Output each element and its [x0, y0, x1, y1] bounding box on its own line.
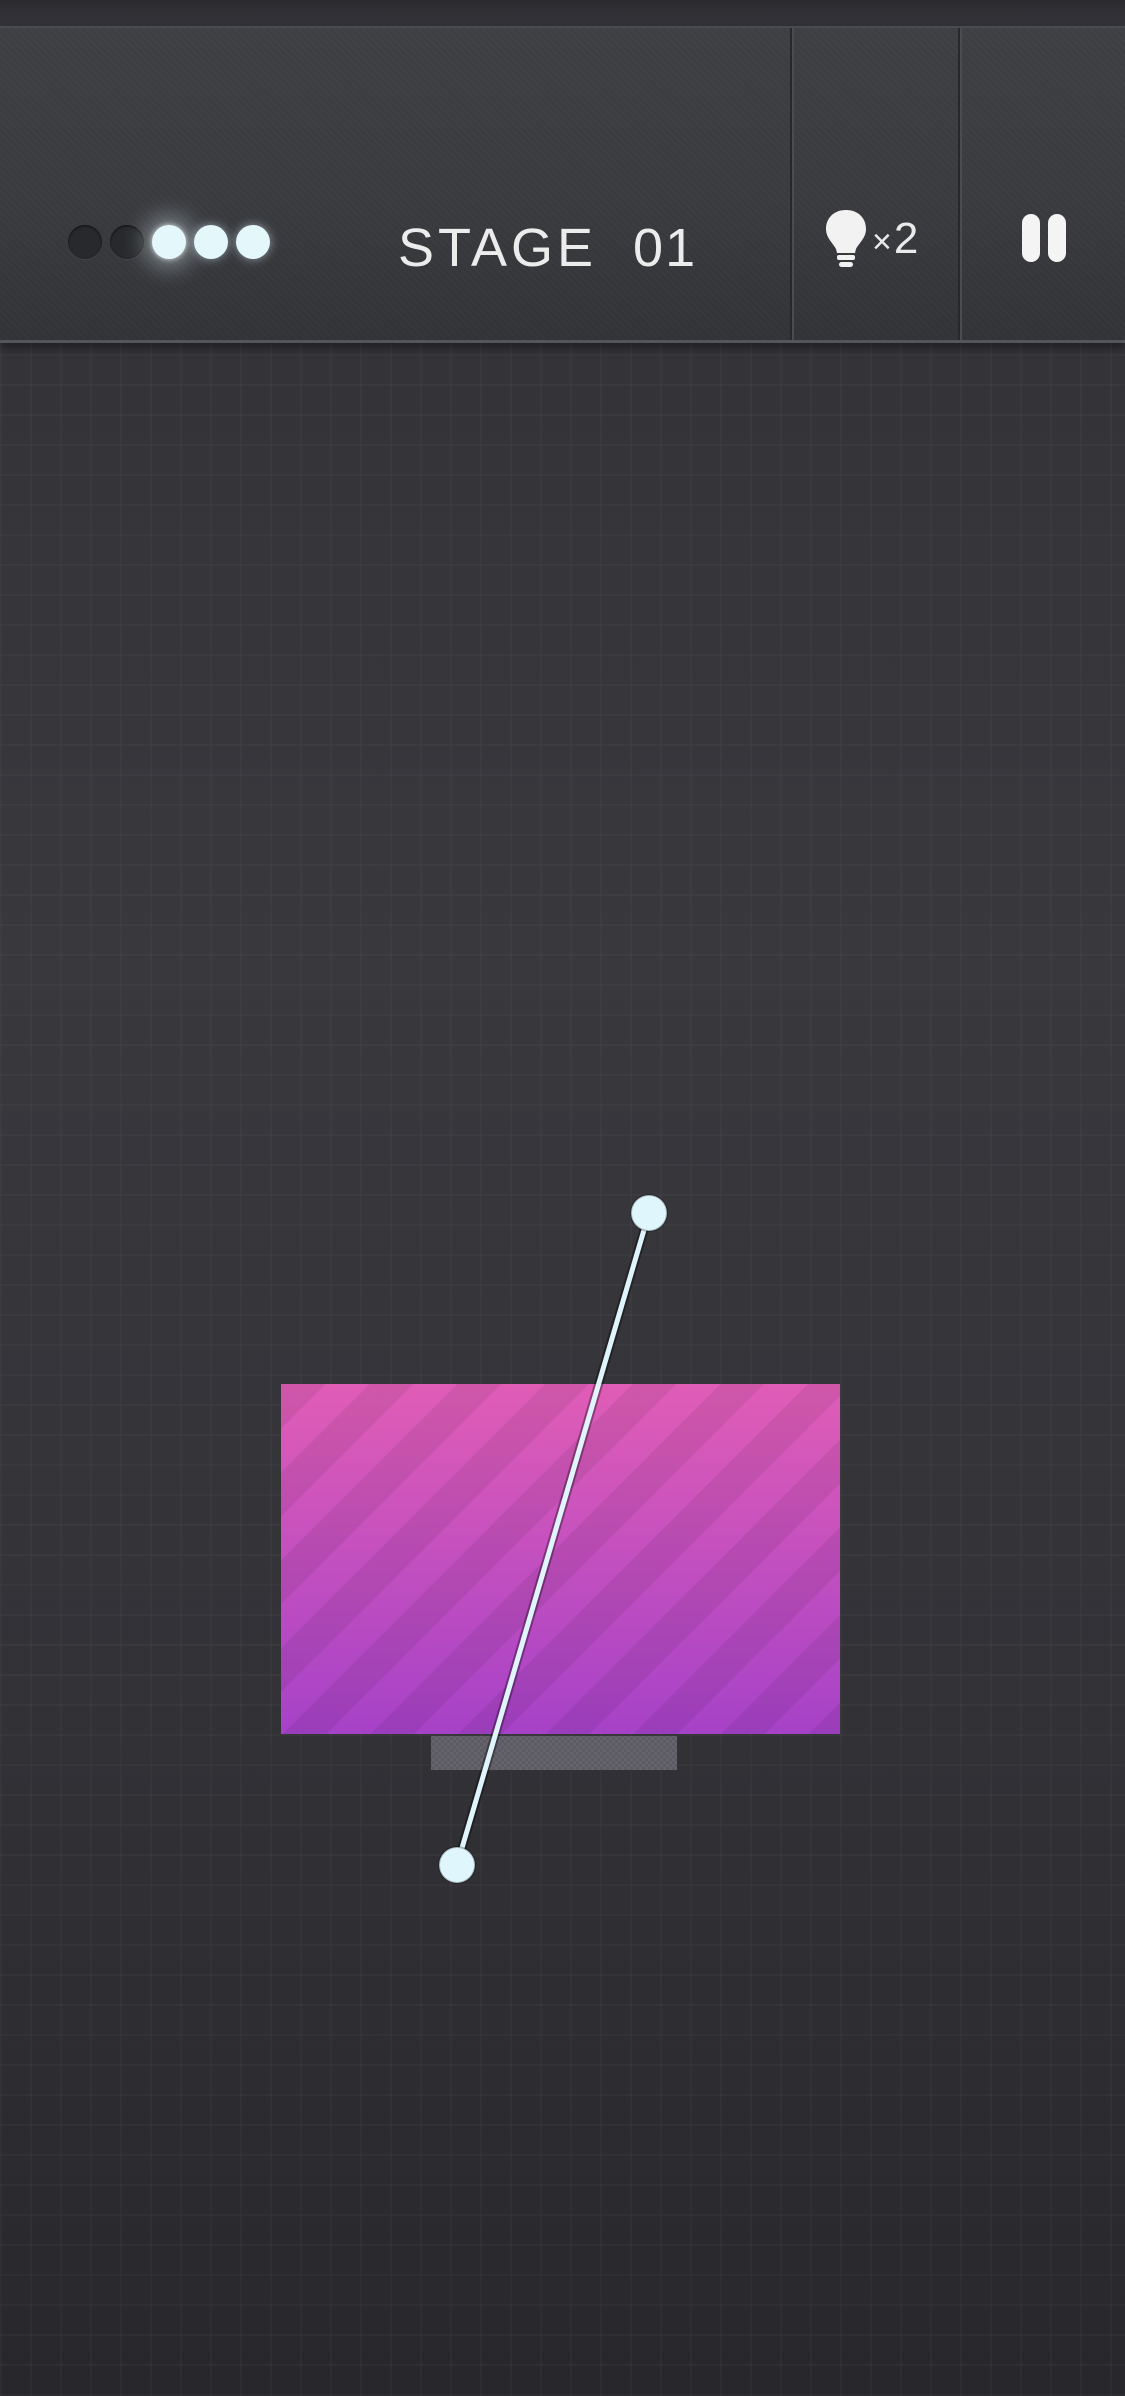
pause-button[interactable]	[962, 28, 1125, 340]
hint-count-value: 2	[893, 214, 919, 263]
target-platform	[431, 1736, 677, 1770]
progress-dot	[194, 225, 228, 259]
play-area[interactable]	[0, 0, 1125, 2396]
stage-label: STAGE	[398, 218, 598, 278]
hint-times-symbol: ×	[872, 223, 892, 261]
stage-number: 01	[633, 218, 698, 278]
top-bar: STAGE 01 ×2	[0, 26, 1125, 343]
lightbulb-icon	[826, 210, 866, 267]
status-bar	[0, 0, 1125, 26]
cut-handle-bottom[interactable]	[438, 1846, 476, 1884]
cut-handle-top[interactable]	[630, 1194, 668, 1232]
progress-indicator	[68, 224, 278, 260]
hint-button[interactable]: ×2	[794, 28, 958, 340]
hint-count: ×2	[872, 214, 918, 264]
pause-icon	[1022, 214, 1068, 262]
game-board[interactable]: STAGE 01 ×2	[0, 0, 1125, 2396]
progress-dot	[68, 225, 102, 259]
progress-dot	[152, 225, 186, 259]
stage-title: STAGE 01	[398, 218, 697, 278]
progress-dot	[236, 225, 270, 259]
progress-dot	[110, 225, 144, 259]
pink-block	[281, 1384, 840, 1734]
